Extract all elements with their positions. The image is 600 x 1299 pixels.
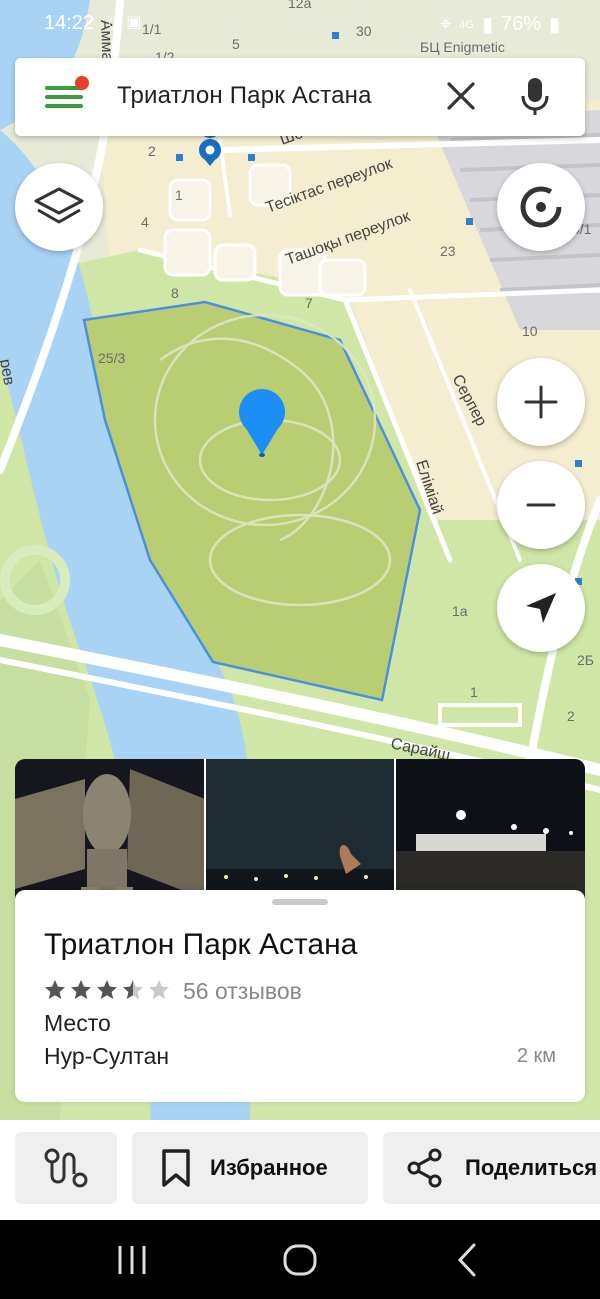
house-number: 2 (148, 143, 156, 159)
place-city: Нур-Султан (44, 1043, 170, 1069)
alarm-icon: ◷ (108, 14, 122, 31)
house-number: 23 (440, 243, 456, 259)
back-icon[interactable] (448, 1240, 488, 1280)
house-number: 7 (305, 295, 313, 311)
home-icon[interactable] (280, 1240, 320, 1280)
route-button[interactable] (15, 1132, 117, 1204)
rating-stars (43, 978, 171, 1002)
house-number: 1 (175, 187, 183, 203)
microphone-icon[interactable] (520, 76, 550, 116)
share-icon (407, 1148, 442, 1188)
place-photo[interactable] (205, 759, 395, 909)
status-right: ⌖ 4G ▮ 76% ▮ (440, 12, 560, 37)
star-icon (149, 980, 169, 999)
status-bar: 14:22 ◷ ▣ ⌖ 4G ▮ 76% ▮ (0, 0, 600, 46)
place-photo[interactable] (15, 759, 204, 909)
notification-dot (75, 76, 89, 90)
drag-handle[interactable] (272, 899, 328, 905)
image-icon: ▣ (126, 14, 142, 31)
place-card[interactable]: Триатлон Парк Астана 56 отзывов Место Ну… (15, 890, 585, 1102)
hamburger-menu-icon[interactable] (45, 76, 89, 112)
route-icon (44, 1148, 88, 1188)
battery-percent: 76% (500, 13, 541, 35)
house-number: 10 (522, 323, 538, 339)
house-number: 1 (470, 684, 478, 700)
search-input[interactable]: Триатлон Парк Астана (117, 82, 372, 110)
battery-icon: ▮ (548, 14, 560, 36)
compass-button[interactable] (497, 163, 585, 251)
network-type: 4G (459, 18, 474, 31)
search-bar[interactable]: Триатлон Парк Астана (15, 58, 585, 136)
status-time: 14:22 (44, 12, 95, 34)
compass-icon (520, 186, 562, 228)
signal-icon: ▮ (481, 14, 493, 36)
house-number: 1а (452, 603, 468, 619)
star-icon (123, 980, 143, 999)
system-nav-bar (0, 1220, 600, 1299)
navigation-arrow-icon (526, 593, 556, 623)
place-title: Триатлон Парк Астана (44, 928, 358, 961)
zoom-out-button[interactable] (497, 461, 585, 549)
favorites-label: Избранное (210, 1155, 328, 1180)
plus-icon (524, 385, 558, 419)
place-photo[interactable] (396, 759, 585, 909)
house-number: 8 (171, 285, 179, 301)
place-photos[interactable] (15, 759, 585, 909)
location-icon: ⌖ (439, 13, 452, 35)
layers-icon (34, 187, 84, 224)
favorites-button[interactable]: Избранное (132, 1132, 368, 1204)
close-icon[interactable] (445, 80, 477, 112)
locate-me-button[interactable] (497, 564, 585, 652)
action-bar: Избранное Поделиться (0, 1120, 600, 1220)
share-label: Поделиться (465, 1155, 598, 1180)
house-number: 2Б (577, 652, 594, 668)
layers-button[interactable] (15, 163, 103, 251)
house-number: 4 (141, 214, 149, 230)
house-number: 25/3 (98, 350, 125, 366)
star-icon (97, 980, 117, 999)
house-number: 2 (567, 708, 575, 724)
reviews-count[interactable]: 56 отзывов (183, 978, 302, 1005)
place-category: Место (44, 1010, 111, 1036)
notification-icons: ◷ ▣ (108, 12, 142, 32)
star-icon (71, 980, 91, 999)
bookmark-icon (162, 1149, 190, 1187)
minus-icon (526, 503, 556, 507)
share-button[interactable]: Поделиться (383, 1132, 600, 1204)
zoom-in-button[interactable] (497, 358, 585, 446)
place-distance: 2 км (516, 1045, 556, 1067)
recents-icon[interactable] (112, 1240, 152, 1280)
star-icon (45, 980, 65, 999)
